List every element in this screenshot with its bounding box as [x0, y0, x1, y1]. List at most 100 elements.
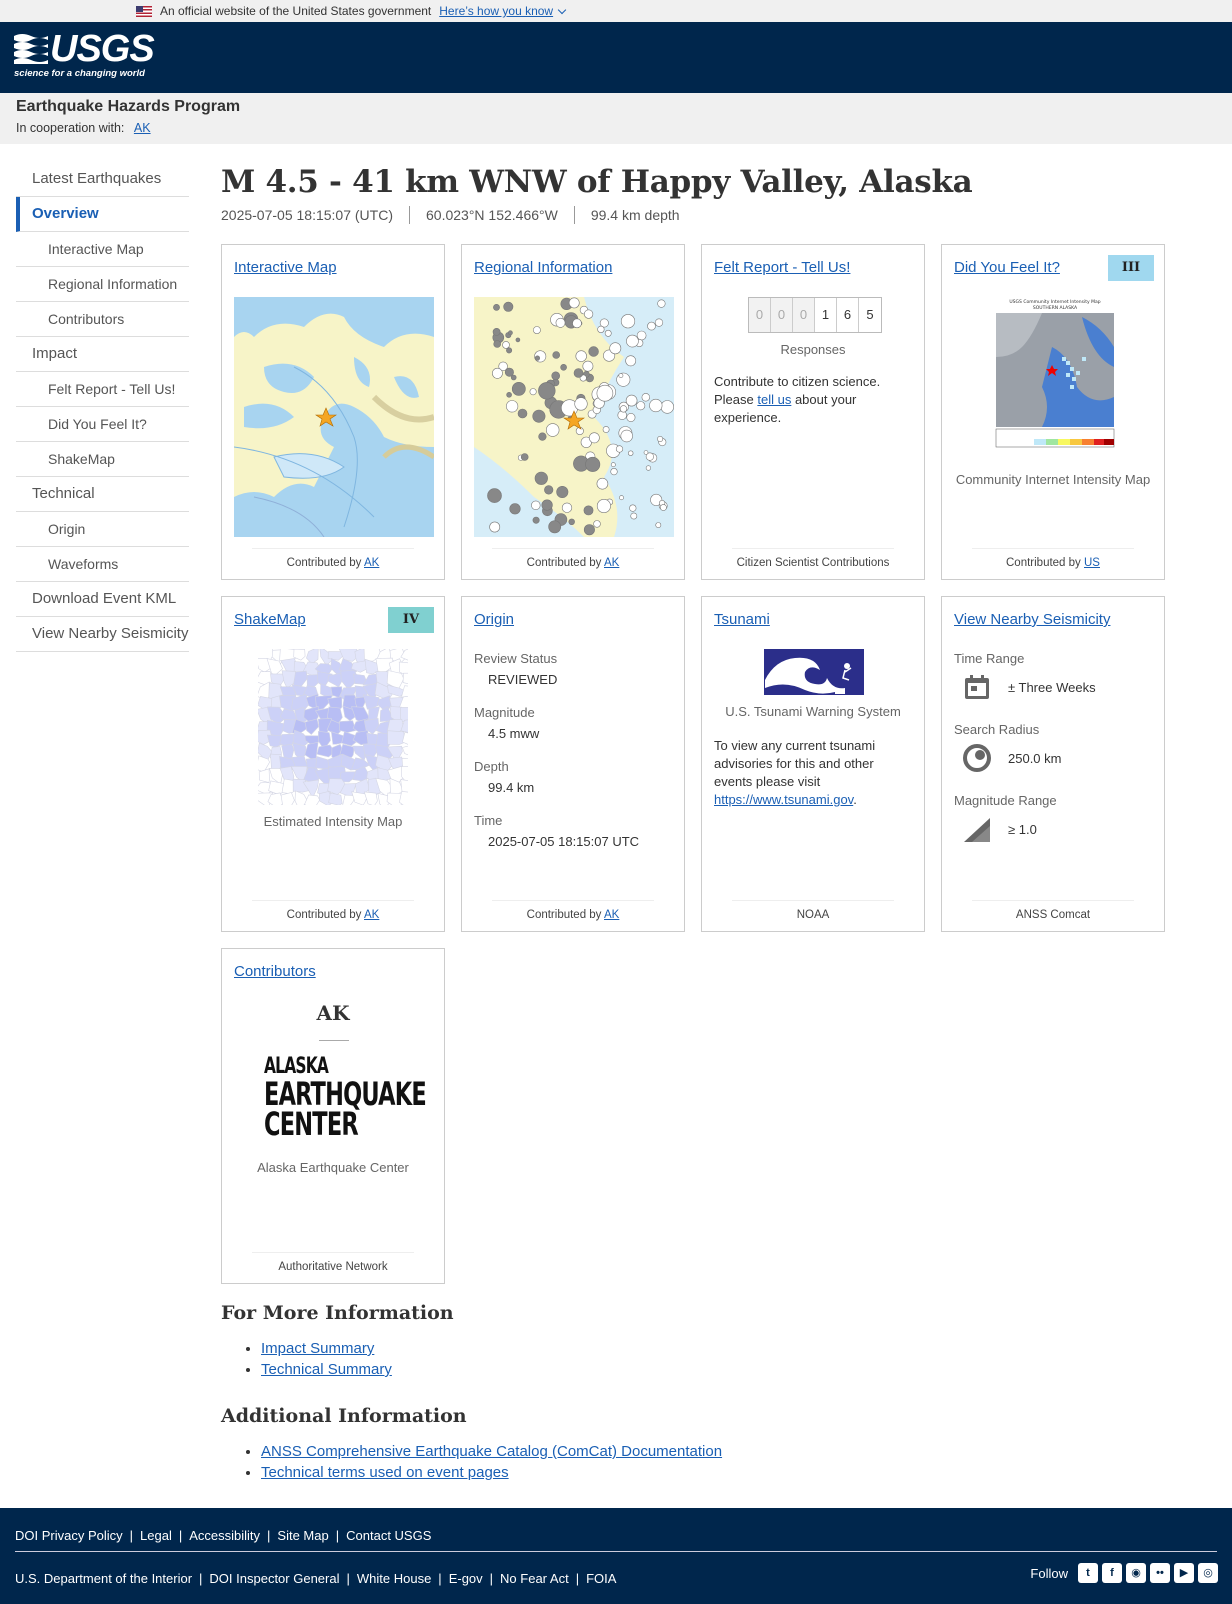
sidenav-item-regional-information[interactable]: Regional Information — [16, 267, 189, 302]
intensity-cell — [387, 730, 405, 745]
footer-links-row2: U.S. Department of the Interior | DOI Insp… — [15, 1571, 616, 1586]
seismicity-marker — [596, 384, 614, 402]
program-title[interactable]: Earthquake Hazards Program — [16, 98, 1232, 116]
footer-link[interactable]: E-gov — [449, 1571, 483, 1586]
info-link[interactable]: Impact Summary — [261, 1340, 374, 1357]
info-link[interactable]: Technical Summary — [261, 1361, 392, 1378]
youtube-icon[interactable]: ▶ — [1174, 1563, 1194, 1583]
chevron-down-icon[interactable] — [557, 5, 567, 15]
sidenav-item-interactive-map[interactable]: Interactive Map — [16, 232, 189, 267]
sidenav-item-contributors[interactable]: Contributors — [16, 302, 189, 337]
nearby-seismicity-link[interactable]: View Nearby Seismicity — [954, 611, 1110, 628]
how-you-know-link[interactable]: Here’s how you know — [439, 4, 553, 18]
info-link[interactable]: Technical terms used on event pages — [261, 1464, 509, 1481]
card-shakemap: ShakeMap IV Estimated Intensity Map Cont… — [221, 596, 445, 932]
more-information-list: Impact Summary Technical Summary — [261, 1338, 1021, 1380]
footer-link[interactable]: Site Map — [277, 1528, 328, 1543]
nearby-field-row: ± Three Weeks — [962, 672, 1152, 702]
separator: | — [335, 1528, 340, 1543]
interactive-map-thumbnail[interactable] — [234, 297, 434, 537]
felt-report-link[interactable]: Felt Report - Tell Us! — [714, 259, 850, 276]
interactive-map-link[interactable]: Interactive Map — [234, 259, 337, 276]
origin-field-value: REVIEWED — [488, 672, 558, 687]
shakemap-link[interactable]: ShakeMap — [234, 611, 306, 628]
seismicity-marker — [541, 499, 553, 511]
card-origin: Origin Review Status REVIEWED Magnitude 4.5… — [461, 596, 685, 932]
footer-link[interactable]: FOIA — [586, 1571, 616, 1586]
seismicity-marker — [610, 462, 616, 468]
counter-digit: 0 — [793, 298, 815, 332]
program-bar: Earthquake Hazards Program In cooperatio… — [0, 93, 1232, 144]
seismicity-marker — [620, 314, 636, 329]
origin-link[interactable]: Origin — [474, 611, 514, 628]
origin-field: Review Status REVIEWED — [474, 651, 672, 705]
seismicity-marker — [551, 371, 560, 381]
contributor-link[interactable]: US — [1084, 557, 1100, 569]
tsunami-link[interactable]: Tsunami — [714, 611, 770, 628]
card-footer: Citizen Scientist Contributions — [732, 548, 894, 569]
seismicity-marker — [583, 309, 594, 319]
coop-link-ak[interactable]: AK — [134, 121, 151, 135]
dyfi-link[interactable]: Did You Feel It? — [954, 259, 1060, 276]
contributor-link[interactable]: AK — [604, 909, 619, 921]
seismicity-marker — [561, 502, 573, 513]
additional-information-heading: Additional Information — [221, 1405, 467, 1427]
seismicity-marker — [515, 337, 521, 343]
contributor-link[interactable]: AK — [604, 557, 619, 569]
usgs-logo[interactable]: USGS science for a changing world — [14, 28, 155, 80]
flickr-icon[interactable]: •• — [1150, 1563, 1170, 1583]
contributors-link[interactable]: Contributors — [234, 963, 316, 980]
seismicity-marker — [505, 400, 519, 413]
sidenav-item-shakemap[interactable]: ShakeMap — [16, 442, 189, 477]
footer-link[interactable]: Accessibility — [189, 1528, 260, 1543]
regional-information-link[interactable]: Regional Information — [474, 259, 612, 276]
seismicity-marker — [568, 518, 575, 526]
footer-link[interactable]: No Fear Act — [500, 1571, 569, 1586]
intensity-badge: III — [1108, 255, 1154, 281]
sidenav-item-technical[interactable]: Technical — [16, 477, 189, 512]
info-link[interactable]: ANSS Comprehensive Earthquake Catalog (C… — [261, 1443, 722, 1460]
tsunami-wave-icon — [765, 650, 863, 694]
contributor-link[interactable]: AK — [364, 557, 379, 569]
seismicity-marker — [647, 321, 656, 331]
regional-map-thumbnail[interactable] — [474, 297, 674, 537]
card-footer: Contributed by AK — [492, 900, 654, 921]
footer-link[interactable]: DOI Inspector General — [209, 1571, 339, 1586]
seismicity-marker — [596, 499, 611, 514]
footer-link[interactable]: Contact USGS — [346, 1528, 431, 1543]
usgs-tagline: science for a changing world — [14, 68, 145, 79]
seismicity-marker — [626, 413, 636, 423]
instagram-icon[interactable]: ◎ — [1198, 1563, 1218, 1583]
sidenav-item-latest-earthquakes[interactable]: Latest Earthquakes — [16, 162, 189, 197]
card-footer: Authoritative Network — [252, 1252, 414, 1273]
footer-link[interactable]: U.S. Department of the Interior — [15, 1571, 192, 1586]
sidenav-item-waveforms[interactable]: Waveforms — [16, 547, 189, 582]
tsunami-gov-link[interactable]: https://www.tsunami.gov — [714, 792, 853, 807]
twitter-icon[interactable]: t — [1078, 1563, 1098, 1583]
sidenav-item-view-nearby-seismicity[interactable]: View Nearby Seismicity — [16, 617, 189, 652]
sidenav-item-impact[interactable]: Impact — [16, 337, 189, 372]
sidenav-item-did-you-feel-it[interactable]: Did You Feel It? — [16, 407, 189, 442]
facebook-icon[interactable]: f — [1102, 1563, 1122, 1583]
dyfi-map-thumbnail[interactable]: USGS Community Internet Intensity Map SO… — [982, 297, 1128, 457]
contributor-code: AK — [316, 1001, 350, 1025]
sidenav-item-felt-report-tell-us[interactable]: Felt Report - Tell Us! — [16, 372, 189, 407]
github-icon[interactable]: ◉ — [1126, 1563, 1146, 1583]
follow-label: Follow — [1030, 1565, 1068, 1581]
footer-link[interactable]: White House — [357, 1571, 431, 1586]
list-item: Technical Summary — [261, 1359, 1021, 1380]
tell-us-link[interactable]: tell us — [757, 392, 791, 407]
contributor-link[interactable]: AK — [364, 909, 379, 921]
sidenav-item-download-event-kml[interactable]: Download Event KML — [16, 582, 189, 617]
seismicity-marker — [582, 360, 594, 372]
footer-link[interactable]: DOI Privacy Policy — [15, 1528, 123, 1543]
origin-field: Time 2025-07-05 18:15:07 UTC — [474, 813, 672, 867]
sidenav-item-overview[interactable]: Overview — [16, 197, 189, 232]
shakemap-thumbnail[interactable] — [258, 649, 408, 805]
origin-field-label: Depth — [474, 759, 509, 774]
footer-link[interactable]: Legal — [140, 1528, 172, 1543]
sidenav-item-origin[interactable]: Origin — [16, 512, 189, 547]
us-flag-icon — [136, 5, 152, 17]
nearby-field: Time Range ± Three Weeks — [954, 651, 1152, 722]
responses-label: Responses — [780, 342, 846, 357]
